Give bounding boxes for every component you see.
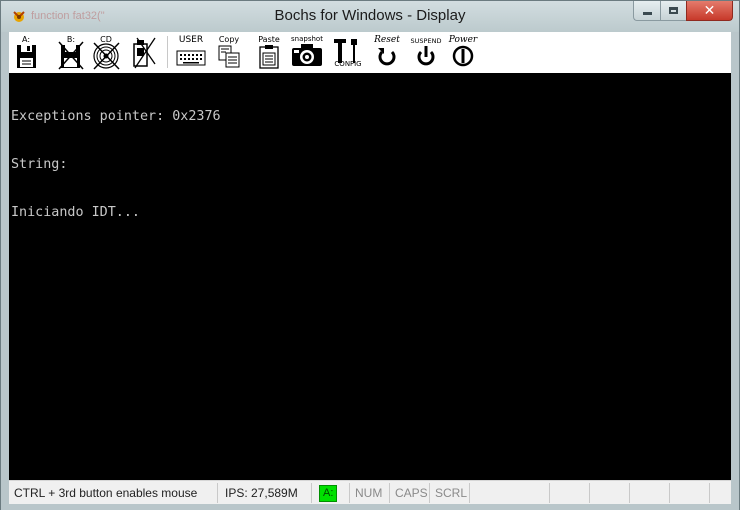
console-line: Exceptions pointer: 0x2376 — [11, 109, 221, 124]
toolbar-separator — [167, 36, 168, 68]
suspend-power-icon — [417, 46, 435, 66]
floppy-disk-icon — [17, 45, 36, 68]
snapshot-button[interactable]: snapshot — [289, 34, 325, 70]
maximize-button[interactable] — [660, 1, 686, 21]
status-divider — [217, 483, 218, 503]
client-area: A: B: CD USER Copy Paste snapshot CONFIG… — [9, 32, 731, 504]
floppy-b-button[interactable]: B: — [57, 34, 85, 70]
usb-device-icon — [133, 37, 156, 69]
suspend-button[interactable]: SUSPEND — [409, 34, 443, 70]
bochs-display-window: function fat32(" Bochs for Windows - Dis… — [0, 0, 740, 510]
floppy-a-button[interactable]: A: — [13, 34, 39, 70]
reset-arrow-icon — [378, 48, 396, 66]
status-divider — [589, 483, 590, 503]
status-divider — [311, 483, 312, 503]
status-divider — [709, 483, 710, 503]
caps-lock-indicator: CAPS — [395, 486, 428, 500]
console-line: Iniciando IDT... — [11, 205, 140, 220]
console-line: String: — [11, 157, 68, 172]
status-divider — [669, 483, 670, 503]
camera-icon — [292, 44, 322, 66]
status-divider — [389, 483, 390, 503]
maximize-icon — [669, 7, 678, 14]
status-divider — [349, 483, 350, 503]
reset-button[interactable]: Reset — [371, 34, 403, 70]
console-output: Exceptions pointer: 0x2376 String: Inici… — [9, 73, 731, 253]
minimize-icon — [642, 12, 652, 15]
config-label: CONFIG — [334, 60, 362, 68]
num-lock-indicator: NUM — [355, 486, 383, 500]
status-divider — [469, 483, 470, 503]
power-icon — [452, 45, 474, 67]
scroll-lock-indicator: SCRL — [435, 486, 468, 500]
cdrom-button[interactable]: CD — [91, 34, 121, 70]
emulator-display[interactable]: Exceptions pointer: 0x2376 String: Inici… — [9, 73, 731, 480]
usb-device-button[interactable] — [127, 34, 159, 70]
window-title: Bochs for Windows - Display — [274, 7, 466, 24]
drive-a-indicator: A: — [319, 485, 338, 502]
copy-icon — [218, 45, 240, 68]
window-controls: ✕ — [633, 1, 733, 21]
config-button[interactable]: CONFIG — [331, 34, 365, 70]
copy-button[interactable]: Copy — [215, 34, 243, 70]
title-bar[interactable]: function fat32(" Bochs for Windows - Dis… — [1, 1, 739, 32]
clipboard-paste-icon — [259, 45, 279, 69]
user-keyboard-button[interactable]: USER — [175, 34, 207, 70]
keyboard-icon — [176, 50, 206, 66]
window-frame-bottom — [1, 504, 739, 510]
floppy-disk-ejected-icon — [58, 41, 84, 70]
bochs-toolbar: A: B: CD USER Copy Paste snapshot CONFIG… — [9, 32, 731, 72]
status-divider — [429, 483, 430, 503]
ips-readout: IPS: 27,589M — [225, 486, 298, 500]
close-button[interactable]: ✕ — [686, 1, 733, 21]
mouse-hint-text: CTRL + 3rd button enables mouse — [14, 486, 198, 500]
paste-button[interactable]: Paste — [255, 34, 283, 70]
status-divider — [549, 483, 550, 503]
close-icon: ✕ — [703, 2, 716, 19]
status-bar: CTRL + 3rd button enables mouse IPS: 27,… — [9, 480, 731, 504]
status-divider — [629, 483, 630, 503]
minimize-button[interactable] — [633, 1, 660, 21]
cdrom-disc-icon — [93, 42, 120, 70]
power-button[interactable]: Power — [447, 34, 479, 70]
